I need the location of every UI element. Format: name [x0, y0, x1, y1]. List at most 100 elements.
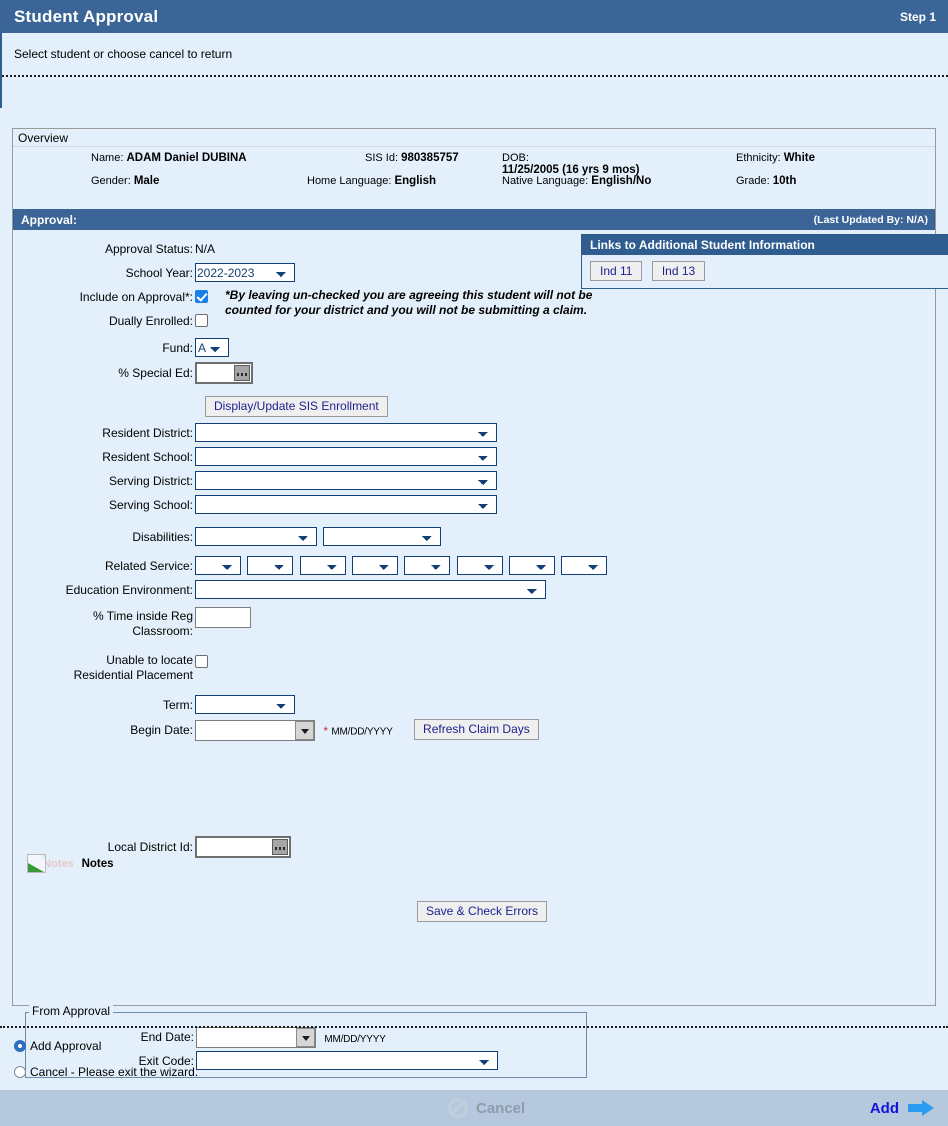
overview-gender: Gender: Male — [91, 175, 160, 187]
include-on-approval-checkbox[interactable] — [195, 290, 208, 303]
student-approval-page: Student Approval Step 1 Select student o… — [0, 0, 948, 1126]
links-box-body: Ind 11 Ind 13 — [582, 255, 948, 288]
approval-header-label: Approval: — [21, 212, 78, 227]
notes-icon[interactable] — [27, 854, 46, 873]
percent-time-label: % Time inside Reg Classroom: — [92, 609, 193, 638]
related-service-select-1[interactable] — [195, 556, 241, 575]
term-select[interactable] — [195, 695, 295, 714]
include-on-approval-checkbox-wrap[interactable] — [195, 290, 208, 304]
local-district-id-picker-icon[interactable] — [272, 839, 288, 855]
wizard-footer: Cancel Add — [0, 1090, 948, 1126]
education-environment-select[interactable] — [195, 580, 546, 599]
overview-home-language: Home Language: English — [307, 175, 436, 187]
overview-ethnicity: Ethnicity: White — [736, 152, 816, 164]
notes-row[interactable]: Notes Notes — [27, 854, 114, 873]
related-service-select-2[interactable] — [247, 556, 294, 575]
disabilities-field[interactable] — [195, 527, 442, 546]
serving-district-field[interactable] — [195, 471, 497, 490]
school-year-select[interactable]: 2022-2023 — [195, 263, 295, 282]
sis-enrollment-button-wrap[interactable]: Display/Update SIS Enrollment — [205, 396, 388, 417]
resident-district-field[interactable] — [195, 423, 497, 442]
ind-13-button[interactable]: Ind 13 — [651, 261, 706, 281]
related-service-select-6[interactable] — [456, 556, 503, 575]
begin-date-format-hint: MM/DD/YYYY — [331, 726, 393, 738]
dually-enrolled-label: Dually Enrolled: — [108, 314, 193, 328]
resident-school-field[interactable] — [195, 447, 497, 466]
radio-cancel-exit-wizard[interactable] — [14, 1066, 26, 1078]
begin-date-input-wrap[interactable] — [195, 720, 315, 741]
disabilities-select-1[interactable] — [195, 527, 317, 546]
display-update-sis-enrollment-button[interactable]: Display/Update SIS Enrollment — [205, 396, 388, 417]
step-indicator: Step 1 — [899, 9, 936, 24]
overview-section: Name: ADAM Daniel DUBINA Gender: Male SI… — [13, 147, 935, 209]
arrow-right-icon — [908, 1100, 934, 1116]
school-year-label: School Year: — [125, 266, 193, 280]
ind-11-button[interactable]: Ind 11 — [590, 261, 643, 281]
save-and-check-errors-button[interactable]: Save & Check Errors — [417, 901, 548, 922]
begin-date-calendar-dropdown-icon[interactable] — [295, 721, 314, 740]
related-service-select-5[interactable] — [404, 556, 451, 575]
education-environment-field[interactable] — [195, 580, 546, 599]
notes-icon-mountain — [28, 863, 44, 872]
related-service-select-4[interactable] — [352, 556, 399, 575]
links-to-additional-student-information: Links to Additional Student Information … — [581, 234, 948, 289]
related-service-select-3[interactable] — [299, 556, 346, 575]
local-district-id-field[interactable] — [195, 836, 291, 858]
notes-label: Notes — [81, 857, 114, 870]
no-entry-icon — [448, 1098, 468, 1118]
include-on-approval-label: Include on Approval*: — [79, 290, 193, 304]
overview-grade: Grade: 10th — [736, 175, 797, 187]
unable-to-locate-checkbox[interactable] — [195, 655, 208, 668]
from-approval-legend: From Approval — [29, 1004, 114, 1018]
choice-cancel-exit-wizard-label: Cancel - Please exit the wizard. — [30, 1065, 199, 1079]
footer-cancel-button[interactable]: Cancel — [448, 1098, 525, 1118]
unable-to-locate-label: Unable to locate Residential Placement — [73, 653, 193, 682]
serving-school-label: Serving School: — [108, 498, 193, 512]
fund-select[interactable]: A — [195, 338, 229, 357]
dually-enrolled-checkbox-wrap[interactable] — [195, 314, 208, 328]
approval-section-header: Approval: (Last Updated By: N/A) — [13, 209, 935, 230]
footer-cancel-label: Cancel — [476, 1099, 526, 1117]
disabilities-select-2[interactable] — [323, 527, 442, 546]
approval-status-label: Approval Status: — [104, 242, 193, 256]
local-district-id-picker[interactable] — [195, 836, 291, 858]
title-bar: Student Approval Step 1 — [0, 0, 948, 33]
choice-add-approval[interactable]: Add Approval — [14, 1033, 948, 1059]
refresh-claim-days-button[interactable]: Refresh Claim Days — [414, 718, 539, 740]
related-service-select-7[interactable] — [509, 556, 556, 575]
approval-form: Links to Additional Student Information … — [13, 230, 948, 1078]
save-button-wrap[interactable]: Save & Check Errors — [417, 901, 548, 922]
choice-cancel-exit-wizard[interactable]: Cancel - Please exit the wizard. — [14, 1059, 948, 1085]
serving-school-field[interactable] — [195, 495, 497, 514]
percent-special-ed-field[interactable] — [195, 362, 253, 384]
instruction-strip: Select student or choose cancel to retur… — [0, 33, 948, 108]
local-district-id-label: Local District Id: — [107, 840, 193, 854]
overview-sis-id: SIS Id: 980385757 — [365, 152, 459, 164]
percent-special-ed-picker[interactable] — [195, 362, 253, 384]
approval-status-value: N/A — [195, 242, 216, 256]
fund-field[interactable]: A — [195, 338, 229, 357]
overview-legend: Overview — [13, 128, 935, 147]
percent-special-ed-picker-icon[interactable] — [234, 365, 250, 381]
related-service-field[interactable] — [195, 556, 608, 575]
footer-add-label: Add — [869, 1099, 899, 1117]
fund-label: Fund: — [162, 341, 193, 355]
divider-dotted-bottom — [0, 1026, 948, 1028]
begin-date-field[interactable]: * MM/DD/YYYY Refresh Claim Days — [195, 718, 539, 742]
radio-add-approval[interactable] — [14, 1040, 26, 1052]
related-service-select-8[interactable] — [561, 556, 608, 575]
serving-school-select[interactable] — [195, 495, 497, 514]
resident-district-select[interactable] — [195, 423, 497, 442]
serving-district-select[interactable] — [195, 471, 497, 490]
unable-to-locate-checkbox-wrap[interactable] — [195, 655, 208, 669]
instruction-text: Select student or choose cancel to retur… — [14, 47, 233, 61]
dually-enrolled-checkbox[interactable] — [195, 314, 208, 327]
percent-time-field[interactable] — [195, 607, 251, 628]
resident-school-select[interactable] — [195, 447, 497, 466]
term-field[interactable] — [195, 695, 295, 714]
overview-native-language: Native Language: English/No — [502, 175, 652, 187]
school-year-field[interactable]: 2022-2023 — [195, 263, 295, 282]
percent-time-input[interactable] — [195, 607, 251, 628]
resident-district-label: Resident District: — [102, 426, 193, 440]
footer-add-button[interactable]: Add — [870, 1100, 934, 1117]
